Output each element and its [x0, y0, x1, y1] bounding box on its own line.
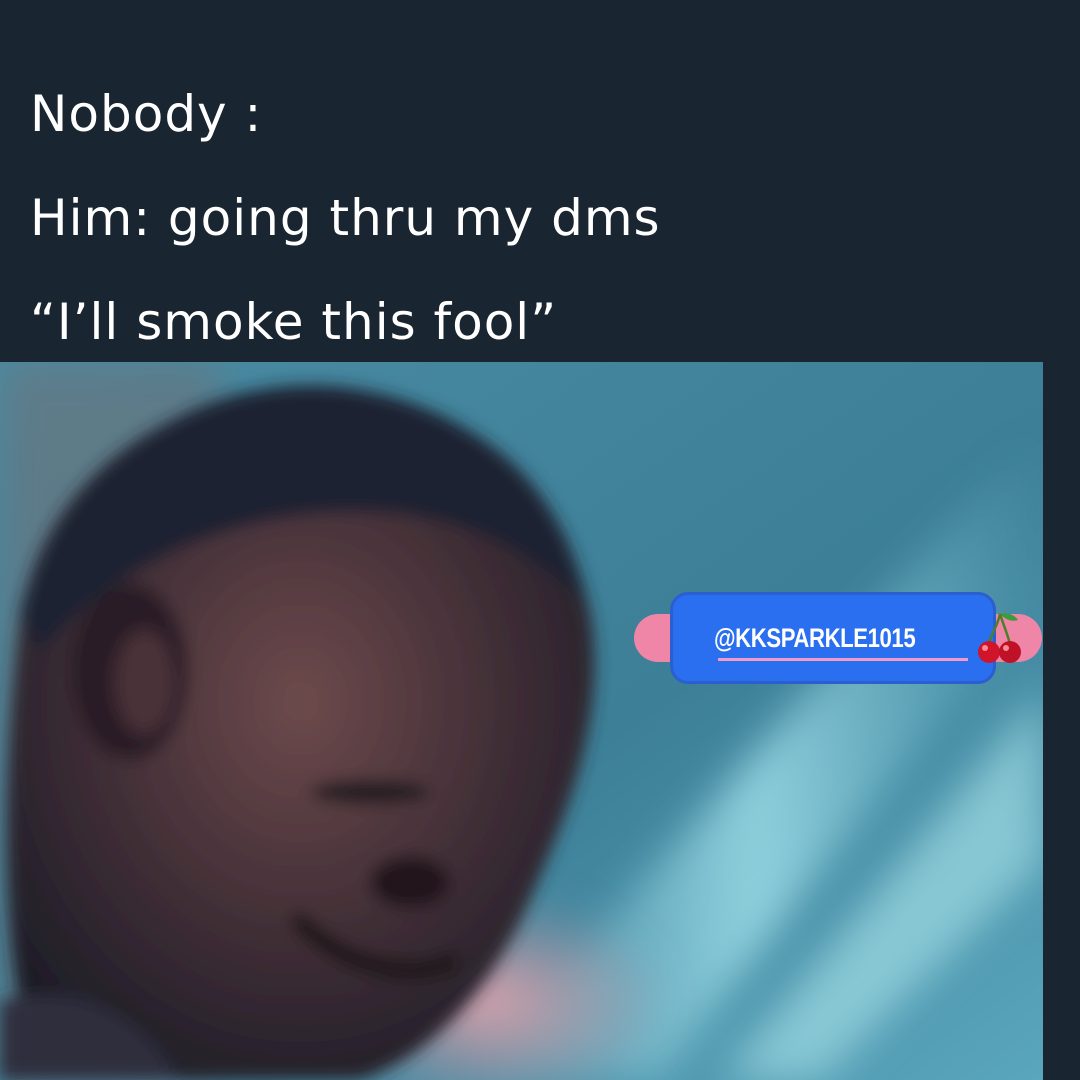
meme-caption: Nobody : Him: going thru my dms “I’ll sm…: [30, 62, 1050, 374]
man-laughing-photo: [0, 362, 1043, 1080]
watermark-bubble: @KKSPARKLE1015: [670, 592, 1021, 684]
watermark-sticker: @KKSPARKLE1015: [634, 592, 1042, 688]
watermark-handle: @KKSPARKLE1015: [714, 623, 916, 653]
caption-line-nobody: Nobody :: [30, 85, 263, 143]
caption-line-him: Him: going thru my dms: [30, 189, 661, 247]
cherry-icon: [978, 613, 1021, 663]
caption-line-quote: “I’ll smoke this fool”: [30, 293, 558, 351]
watermark-underline: [718, 658, 968, 661]
meme-canvas: Nobody : Him: going thru my dms “I’ll sm…: [0, 0, 1080, 1080]
meme-photo: [0, 362, 1043, 1080]
